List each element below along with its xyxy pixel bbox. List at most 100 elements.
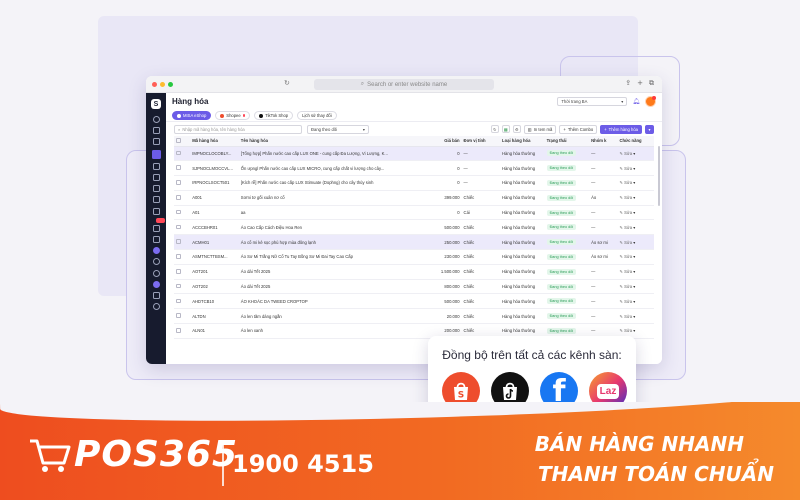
row-checkbox[interactable]	[176, 269, 181, 274]
row-checkbox[interactable]	[176, 313, 181, 318]
table-row[interactable]: AOT201 Áo dài Tết 2025 1.500.000 Chiếc Hàng …	[174, 264, 654, 280]
add-product-dropdown[interactable]: ▾	[645, 124, 654, 134]
row-checkbox[interactable]	[176, 150, 181, 156]
row-checkbox[interactable]	[176, 283, 181, 289]
settings-icon[interactable]	[152, 303, 160, 311]
row-select-cell[interactable]	[174, 323, 191, 339]
row-checkbox[interactable]	[176, 224, 181, 230]
chevron-down-icon[interactable]: ▾	[633, 210, 635, 215]
row-select-cell[interactable]	[174, 279, 191, 295]
maximize-dot[interactable]	[168, 81, 173, 87]
chevron-down-icon[interactable]: ▾	[633, 284, 635, 289]
edit-button[interactable]: ✎ Sửa	[619, 314, 632, 319]
branch-select[interactable]: Thời trang BA ▾	[557, 97, 628, 106]
report-icon[interactable]	[152, 185, 160, 193]
support-icon[interactable]	[152, 269, 160, 277]
row-checkbox[interactable]	[176, 195, 181, 200]
row-select-cell[interactable]	[174, 190, 191, 206]
table-row[interactable]: ALTDN Áo len tăm dáng ngắn 20.000 Chiếc Hàng…	[174, 308, 654, 325]
chevron-down-icon[interactable]: ▾	[633, 240, 635, 245]
col-header-unit[interactable]: Đơn vị tính	[461, 136, 501, 147]
table-row[interactable]: A01 aa 0 Cái Hàng hóa thường Đang theo dõi — ✎ …	[174, 205, 654, 221]
table-row[interactable]: SJPNOCLMOCCVL... Ổn ưpngl Phấn nước cao c…	[174, 160, 654, 177]
edit-button[interactable]: ✎ Sửa	[619, 180, 632, 185]
table-row[interactable]: AHDTCB10 ÁO KHOÁC DA TWEED CROPTOP 500.000…	[174, 293, 654, 310]
edit-button[interactable]: ✎ Sửa	[619, 240, 632, 245]
tab-change-history[interactable]: Lịch sử thay đổi	[297, 111, 337, 120]
print-barcode-button[interactable]: ▥ In tem mã	[523, 124, 557, 134]
channel-icon[interactable]	[152, 247, 160, 255]
hotline-number[interactable]: 1900 4515	[232, 450, 374, 478]
table-row[interactable]: A001 Sơmi tơ gối xuân nơ cổ 399.000 Chiếc Hà…	[174, 190, 654, 206]
row-select-cell[interactable]	[174, 249, 191, 265]
products-icon[interactable]	[151, 149, 161, 159]
row-checkbox[interactable]	[176, 254, 181, 259]
app-logo[interactable]: S	[151, 99, 161, 109]
table-row[interactable]: ACCCBHR01 Áo Cao Cấp Cách Điệu Hoa Ren 500…	[174, 219, 654, 236]
search-input[interactable]: ⌕ Nhập mã hàng hóa, tên hàng hóa	[174, 124, 302, 134]
customers-icon[interactable]	[152, 207, 160, 215]
col-header-status[interactable]: Trạng thái	[544, 136, 590, 147]
col-header-code[interactable]: Mã hàng hóa	[190, 136, 239, 147]
chat-icon[interactable]	[152, 258, 160, 266]
refresh-icon[interactable]: ↻	[284, 79, 290, 87]
avatar[interactable]	[645, 96, 656, 107]
edit-button[interactable]: ✎ Sửa	[619, 284, 632, 289]
bell-icon[interactable]: 🔔︎	[632, 98, 640, 105]
table-row[interactable]: AOT202 Áo dài Tết 2025 800.000 Chiếc Hàng hó…	[174, 279, 654, 295]
row-select-cell[interactable]	[174, 205, 191, 221]
excel-icon[interactable]: ▦	[501, 125, 510, 133]
dashboard-icon[interactable]	[152, 116, 160, 124]
share-icon[interactable]: ⇪	[625, 79, 631, 88]
row-select-cell[interactable]	[174, 175, 191, 191]
col-header-name[interactable]: Tên hàng hóa	[238, 136, 424, 147]
row-select-cell[interactable]	[174, 264, 191, 280]
row-checkbox[interactable]	[176, 165, 181, 170]
edit-button[interactable]: ✎ Sửa	[619, 166, 632, 171]
row-checkbox[interactable]	[176, 209, 181, 215]
row-select-cell[interactable]	[174, 234, 191, 251]
edit-button[interactable]: ✎ Sửa	[619, 225, 632, 230]
edit-button[interactable]: ✎ Sửa	[619, 195, 632, 200]
table-row[interactable]: IRPNOCLSOCT501 [Kích rễ] Phấn nước cao cấ…	[174, 175, 654, 191]
table-row[interactable]: IMPNOCLOCOBLY... [Tổng hợp] Phấn nước cao…	[174, 146, 654, 162]
edit-button[interactable]: ✎ Sửa	[619, 151, 632, 156]
new-tab-icon[interactable]: +	[637, 79, 643, 88]
row-select-cell[interactable]	[174, 219, 191, 236]
add-product-button[interactable]: + Thêm hàng hóa	[600, 124, 642, 134]
chevron-down-icon[interactable]: ▾	[633, 225, 635, 230]
minimize-dot[interactable]	[160, 81, 165, 87]
chevron-down-icon[interactable]: ▾	[633, 254, 635, 259]
table-row[interactable]: ACMH01 Áo cổ mi kẻ sọc phù hợp mùa đông l…	[174, 234, 654, 251]
row-checkbox[interactable]	[176, 239, 181, 244]
chevron-down-icon[interactable]: ▾	[633, 328, 635, 333]
chevron-down-icon[interactable]: ▾	[633, 151, 635, 156]
edit-button[interactable]: ✎ Sửa	[619, 210, 632, 215]
row-checkbox[interactable]	[176, 180, 181, 185]
tabs-icon[interactable]: ⧉	[649, 79, 654, 88]
table-row[interactable]: ASMTNCTTBSM... Áo Sơ Mi Trắng Nữ Cổ Tu Ta…	[174, 249, 654, 265]
row-select-cell[interactable]	[174, 146, 191, 162]
chevron-down-icon[interactable]: ▾	[633, 180, 635, 185]
tab-misa-eshop[interactable]: MISA eShop	[172, 111, 212, 120]
url-bar[interactable]: ⌕ Search or enter website name	[314, 79, 494, 90]
row-select-cell[interactable]	[174, 293, 191, 310]
row-select-cell[interactable]	[174, 308, 191, 325]
tab-shopee[interactable]: Shopee	[215, 111, 251, 120]
table-scrollbar[interactable]	[658, 146, 660, 206]
list-icon[interactable]	[152, 174, 160, 182]
promotion-icon[interactable]	[152, 224, 160, 232]
edit-button[interactable]: ✎ Sửa	[619, 254, 632, 259]
close-dot[interactable]	[152, 81, 157, 87]
settings-icon[interactable]: ⚙	[512, 125, 521, 133]
tab-tiktok-shop[interactable]: TikTok Shop	[254, 111, 294, 120]
row-select-cell[interactable]	[174, 160, 191, 177]
inventory-icon[interactable]	[152, 162, 160, 170]
col-header-price[interactable]: Giá bán	[423, 136, 462, 147]
chevron-down-icon[interactable]: ▾	[633, 195, 635, 200]
orders-icon[interactable]	[152, 127, 160, 135]
add-combo-button[interactable]: + Thêm Combo	[559, 124, 598, 134]
chevron-down-icon[interactable]: ▾	[633, 314, 635, 319]
status-filter[interactable]: Đang theo dõi ▾	[307, 124, 369, 134]
shipping-icon[interactable]	[152, 235, 160, 243]
